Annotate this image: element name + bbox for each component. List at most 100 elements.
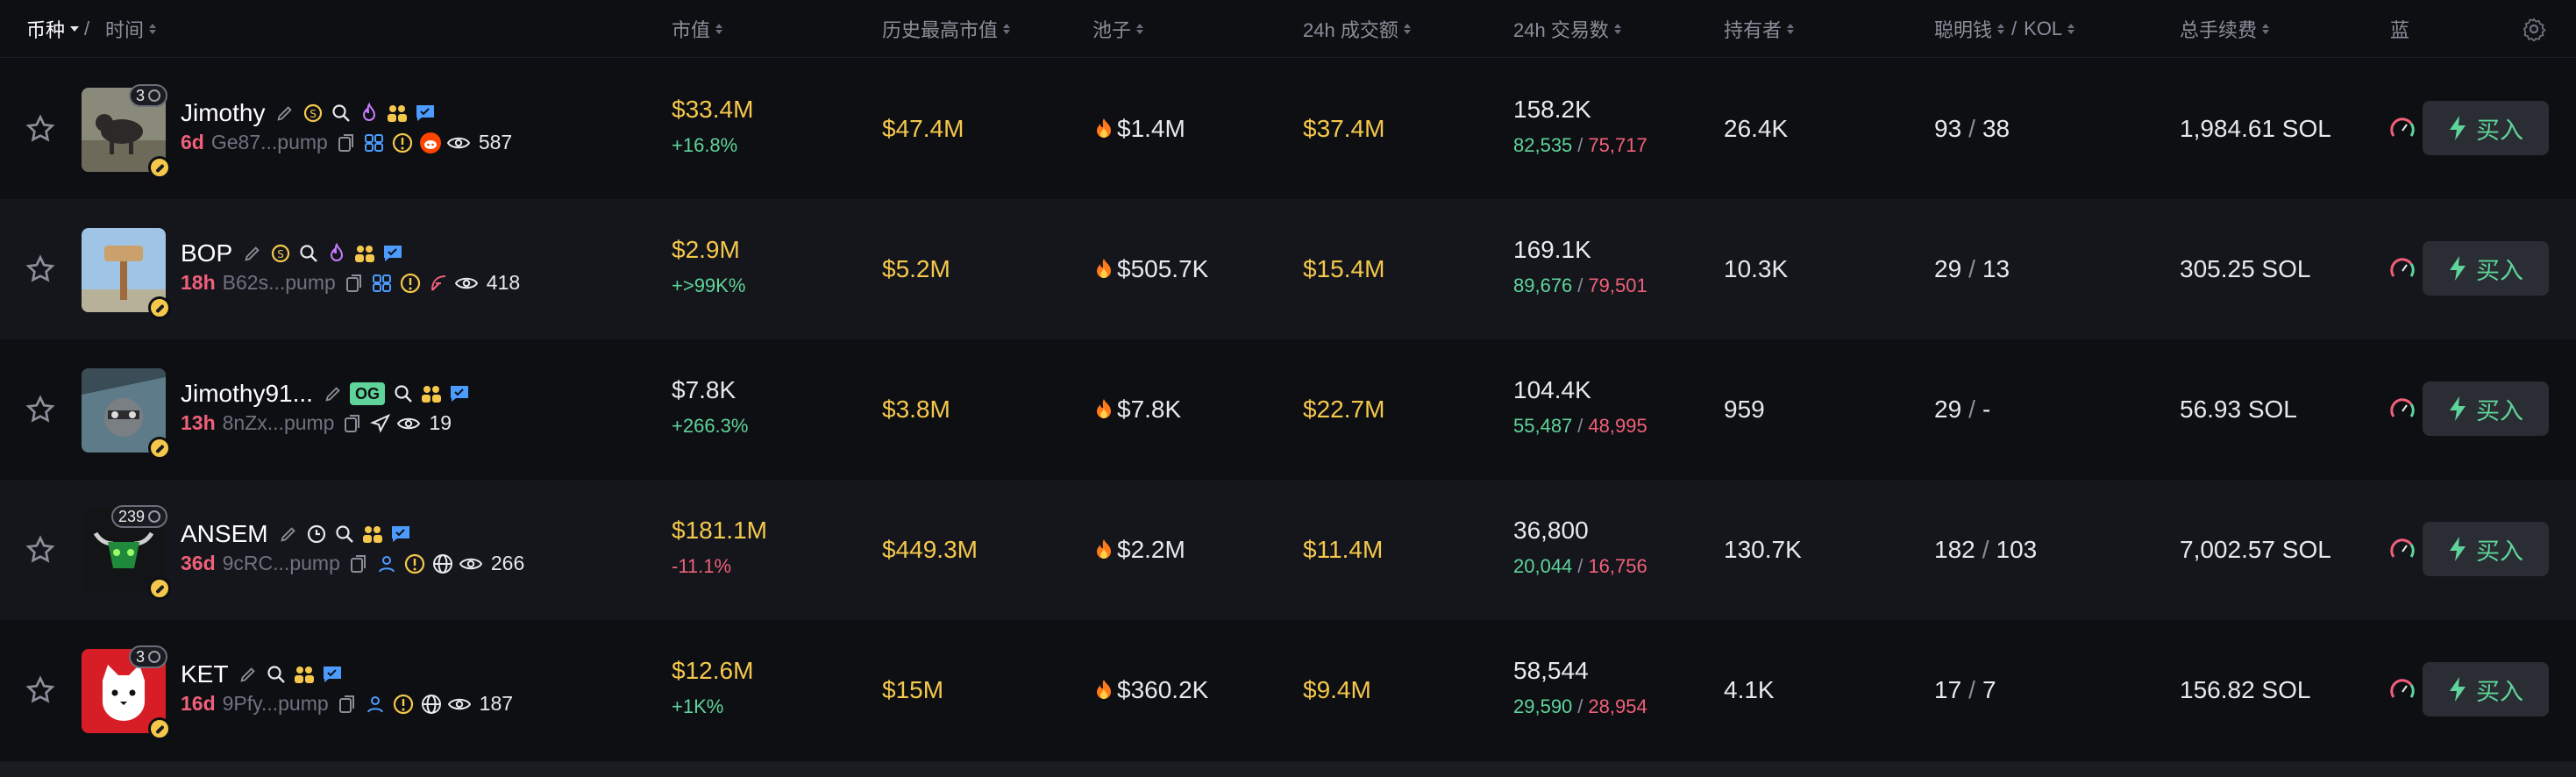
star-icon[interactable] — [25, 394, 56, 425]
token-name[interactable]: ANSEM — [181, 520, 268, 548]
copy-icon[interactable] — [347, 552, 370, 575]
table-row[interactable]: BOP S 18h B62s...pump 418 $2.9M +>99K% $5.2M $50… — [0, 199, 2576, 339]
copy-icon[interactable] — [335, 132, 358, 154]
kol-value: - — [1982, 396, 1991, 423]
txns-header[interactable]: 24h 交易数 — [1513, 0, 1621, 58]
table-row[interactable]: 3 KET 16d 9Pfy...pump 187 $12.6M +1K% $15M $360.… — [0, 620, 2576, 760]
smart-money-header[interactable]: 聪明钱 / KOL — [1934, 0, 2074, 58]
table-row[interactable]: 239 ANSEM 36d 9cRC...pump 266 $181.1M -11.1% $4… — [0, 480, 2576, 620]
search-icon[interactable] — [265, 663, 288, 686]
token-name[interactable]: KET — [181, 660, 228, 688]
coin-sort-dropdown[interactable]: 币种 / — [26, 0, 89, 58]
community-icon — [293, 663, 316, 686]
smart-kol-cell: 93/ 38 — [1934, 115, 2010, 143]
token-avatar[interactable]: 3 — [82, 645, 171, 740]
buys-count: 55,487 — [1513, 415, 1573, 437]
edit-icon[interactable] — [274, 102, 296, 125]
buy-label: 买入 — [2476, 117, 2523, 144]
pool-value: $2.2M — [1117, 536, 1185, 563]
token-address[interactable]: Ge87...pump — [211, 131, 328, 154]
holders-header[interactable]: 持有者 — [1724, 0, 1794, 58]
buys-count: 82,535 — [1513, 134, 1573, 156]
pool-header[interactable]: 池子 — [1092, 0, 1143, 58]
pool-label: 池子 — [1092, 19, 1132, 41]
twitter-verified-icon[interactable] — [381, 242, 404, 265]
reddit-icon[interactable] — [419, 132, 442, 154]
buy-button[interactable]: 买入 — [2423, 381, 2549, 436]
total-fees-value: 305.25 SOL — [2180, 255, 2311, 282]
badge-count-value: 3 — [135, 647, 145, 666]
pool-cell: $505.7K — [1094, 255, 1208, 283]
pill-icon — [148, 717, 171, 740]
telegram-icon[interactable] — [369, 412, 392, 435]
globe-icon[interactable] — [420, 693, 443, 716]
token-name[interactable]: Jimothy — [181, 99, 265, 127]
token-avatar[interactable]: 239 — [82, 505, 171, 600]
market-cap-header[interactable]: 市值 — [672, 0, 722, 58]
twitter-verified-icon[interactable] — [448, 382, 471, 405]
table-row[interactable]: 3 Jimothy S 6d Ge87...pump 587 $33.4M +16.8% $47… — [0, 59, 2576, 199]
edit-icon[interactable] — [277, 523, 300, 545]
buys-sells: 82,535/75,717 — [1513, 134, 1647, 157]
search-icon[interactable] — [392, 382, 415, 405]
star-icon[interactable] — [25, 253, 56, 285]
buy-button[interactable]: 买入 — [2423, 662, 2549, 716]
copy-icon[interactable] — [341, 412, 364, 435]
fire-icon — [1097, 259, 1111, 278]
token-address[interactable]: 8nZx...pump — [223, 411, 335, 435]
token-address[interactable]: 9cRC...pump — [223, 552, 340, 575]
table-row[interactable]: Jimothy91... OG 13h 8nZx...pump 19 $7.8K +266.… — [0, 339, 2576, 480]
gauge-icon — [2388, 536, 2416, 564]
token-avatar[interactable] — [82, 228, 171, 319]
volume-header[interactable]: 24h 成交额 — [1303, 0, 1411, 58]
globe-icon[interactable] — [431, 552, 454, 575]
smart-money-value: 17 — [1934, 676, 1962, 703]
search-icon[interactable] — [333, 523, 356, 545]
token-address[interactable]: B62s...pump — [223, 271, 336, 295]
star-icon[interactable] — [25, 674, 56, 706]
token-address[interactable]: 9Pfy...pump — [223, 692, 329, 716]
star-icon[interactable] — [25, 534, 56, 566]
twitter-verified-icon[interactable] — [389, 523, 412, 545]
twitter-verified-icon[interactable] — [321, 663, 344, 686]
edit-icon[interactable] — [237, 663, 260, 686]
buy-button[interactable]: 买入 — [2423, 241, 2549, 296]
edit-icon[interactable] — [322, 382, 345, 405]
copy-icon[interactable] — [336, 693, 359, 716]
search-icon[interactable] — [297, 242, 320, 265]
ath-market-cap-value: $449.3M — [882, 536, 978, 563]
sort-icon — [2262, 24, 2269, 34]
token-avatar[interactable] — [82, 368, 171, 460]
total-fees-value: 7,002.57 SOL — [2180, 536, 2331, 563]
buy-button[interactable]: 买入 — [2423, 101, 2549, 155]
edit-icon[interactable] — [241, 242, 264, 265]
copy-icon[interactable] — [343, 272, 366, 295]
buy-label: 买入 — [2476, 538, 2523, 565]
smart-kol-separator: / — [1982, 536, 1989, 563]
token-age: 18h — [181, 271, 216, 294]
txns-value: 169.1K — [1513, 236, 1591, 263]
token-avatar[interactable]: 3 — [82, 84, 171, 179]
feather-icon[interactable] — [427, 272, 450, 295]
token-name[interactable]: BOP — [181, 239, 232, 267]
token-age: 13h — [181, 411, 216, 434]
buys-sells-separator: / — [1577, 695, 1583, 717]
search-icon[interactable] — [330, 102, 352, 125]
time-sort-header[interactable]: 时间 — [105, 0, 156, 58]
blue-chip-label: 蓝 — [2390, 19, 2410, 41]
pool-value: $360.2K — [1117, 676, 1209, 703]
fees-header[interactable]: 总手续费 — [2180, 0, 2269, 58]
token-name[interactable]: Jimothy91... — [181, 380, 313, 408]
warning-icon — [392, 693, 415, 716]
gauge-icon — [2388, 676, 2416, 704]
twitter-verified-icon[interactable] — [414, 102, 437, 125]
blue-chip-header[interactable]: 蓝 — [2390, 0, 2416, 58]
buy-button[interactable]: 买入 — [2423, 522, 2549, 576]
scrollbar-track[interactable] — [0, 761, 2576, 777]
gear-icon[interactable] — [2522, 17, 2546, 41]
buys-count: 29,590 — [1513, 695, 1573, 717]
token-name-line: ANSEM — [181, 517, 417, 552]
token-sub-line: 36d 9cRC...pump 266 — [181, 552, 524, 575]
ath-market-cap-header[interactable]: 历史最高市值 — [882, 0, 1010, 58]
star-icon[interactable] — [25, 113, 56, 145]
